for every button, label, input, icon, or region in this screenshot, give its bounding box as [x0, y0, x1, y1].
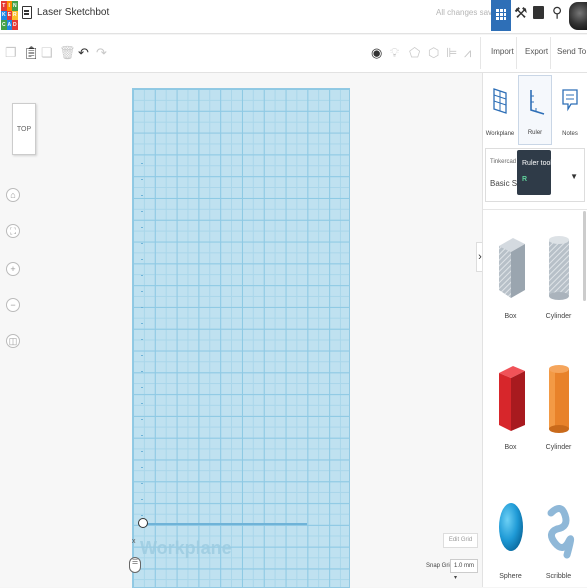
send-to-button[interactable]: Send To [557, 47, 586, 56]
logo-letter: D [12, 20, 18, 30]
align-icon[interactable]: ⊫ [446, 46, 457, 59]
shape-label: Cylinder [545, 313, 572, 320]
design-canvas[interactable]: TOP ⌂ ⛶ + − ◫ Workplane x ☰ Edit Grid Sn… [0, 73, 482, 588]
duplicate-icon[interactable]: ❏ [41, 46, 53, 59]
fit-view-icon[interactable]: ⛶ [6, 224, 20, 238]
view-cube[interactable]: TOP [12, 103, 36, 155]
tooltip-shortcut: R [522, 176, 528, 183]
add-user-icon[interactable]: ⚲ [552, 5, 562, 19]
edit-grid-button[interactable]: Edit Grid [443, 533, 478, 548]
workplane-label: Workplane [140, 538, 232, 558]
import-button[interactable]: Import [491, 47, 514, 56]
undo-icon[interactable]: ↶ [78, 46, 89, 59]
ruler-horizontal [143, 523, 307, 525]
delete-icon[interactable]: 🗑︎ [59, 46, 76, 59]
shape-cylinder-orange[interactable]: Cylinder [536, 361, 581, 456]
shape-label: Sphere [499, 573, 522, 580]
tooltip-title: Ruler tool [522, 160, 552, 167]
logo-letter: R [12, 10, 18, 20]
zoom-out-icon[interactable]: − [6, 298, 20, 312]
mirror-icon[interactable]: ⩘ [464, 46, 471, 59]
paste-icon[interactable]: 📋︎ [23, 46, 40, 59]
snap-grid-select[interactable]: 1.0 mm ▾ [450, 559, 478, 581]
panel-divider [483, 209, 587, 210]
grid-icon [496, 9, 506, 21]
ruler-origin-handle[interactable] [138, 518, 148, 528]
snap-grid-label: Snap Grid [426, 563, 454, 569]
light-bulb-icon[interactable]: 💡︎ [390, 46, 399, 59]
notes-icon [562, 89, 578, 112]
toolbar-divider [550, 37, 551, 69]
box-shape-icon [498, 238, 525, 298]
tab-workplane[interactable]: Workplane [483, 75, 517, 145]
ruler-icon [530, 90, 545, 115]
tab-label: Workplane [485, 131, 515, 137]
tinkercad-logo[interactable]: TINKERCAD [1, 1, 18, 31]
perspective-icon[interactable]: ◫ [6, 334, 20, 348]
shape-cylinder-gray[interactable]: Cylinder [536, 228, 581, 323]
cylinder-shape-icon [548, 236, 569, 300]
home-view-icon[interactable]: ⌂ [6, 188, 20, 202]
box-shape-icon [498, 366, 525, 431]
shape-note-icon[interactable]: ⬠ [409, 46, 420, 59]
snap-grid-value: 1.0 mm [454, 563, 475, 569]
shape-scribble[interactable]: Scribble [536, 493, 581, 588]
shape-sphere-blue[interactable]: Sphere [488, 493, 533, 588]
x-axis-label: x [132, 538, 136, 545]
shape-box-red[interactable]: Box [488, 361, 533, 456]
copy-icon[interactable]: ❐ [5, 46, 17, 59]
logo-letter: N [12, 1, 18, 11]
ruler-vertical-ticks [141, 163, 143, 523]
cylinder-shape-icon [548, 365, 569, 433]
ruler-tooltip: Ruler tool R [517, 150, 552, 195]
edit-toolbar: ❐ 📋︎ ❏ 🗑︎ ↶ ↷ ◉ 💡︎ ⬠ ⬡ ⊫ ⩘ Import Export… [0, 35, 587, 73]
tab-ruler[interactable]: Ruler [518, 75, 552, 145]
top-bar: TINKERCAD Laser Sketchbot All changes sa… [0, 0, 587, 34]
shape-label: Cylinder [545, 444, 572, 451]
toolbar-divider [480, 37, 481, 69]
briefcase-icon[interactable] [533, 6, 544, 19]
orientation-icon[interactable]: ☰ [129, 557, 141, 573]
panel-scrollbar[interactable] [583, 211, 586, 301]
design-menu-icon[interactable] [22, 6, 32, 19]
library-source-label: Tinkercad [490, 159, 517, 165]
export-button[interactable]: Export [525, 47, 548, 56]
workplane-icon [493, 88, 507, 114]
sphere-shape-icon [498, 503, 523, 551]
grid-view-button[interactable] [491, 0, 511, 31]
workplane-grid[interactable] [132, 88, 350, 588]
redo-icon[interactable]: ↷ [96, 46, 107, 59]
zoom-in-icon[interactable]: + [6, 262, 20, 276]
shape-box-gray[interactable]: Box [488, 228, 533, 323]
project-title[interactable]: Laser Sketchbot [37, 7, 109, 18]
shape-label: Box [504, 444, 517, 451]
show-all-icon[interactable]: ◉ [371, 46, 382, 59]
shape-label: Scribble [545, 573, 572, 580]
tab-label: Notes [562, 131, 578, 137]
tab-notes[interactable]: Notes [553, 75, 587, 145]
view-cube-label: TOP [16, 126, 32, 133]
tab-label: Ruler [527, 130, 543, 136]
toolbar-divider [516, 37, 517, 69]
user-avatar[interactable] [569, 2, 587, 30]
scribble-shape-icon [547, 505, 574, 559]
hammer-pickaxe-icon[interactable]: ⚒ [514, 6, 527, 21]
shape-label: Box [504, 313, 517, 320]
group-icon[interactable]: ⬡ [428, 46, 439, 59]
chevron-down-icon: ▼ [570, 172, 578, 181]
